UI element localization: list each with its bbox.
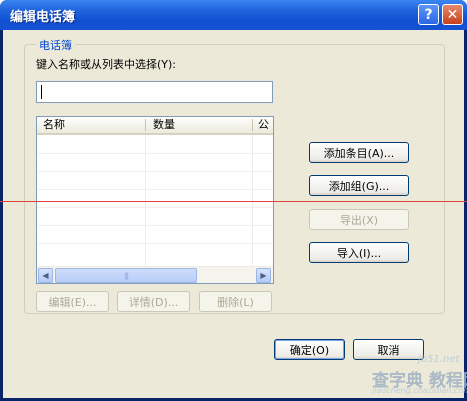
close-icon: ✕	[446, 6, 459, 23]
scroll-right-button[interactable]: ▶	[256, 268, 271, 283]
add-group-button[interactable]: 添加组(G)...	[309, 175, 409, 196]
horizontal-scrollbar[interactable]: ◀ ||| ▶	[37, 266, 273, 283]
help-button[interactable]: ?	[418, 4, 439, 25]
edit-phonebook-dialog: 编辑电话簿 ? ✕ 电话簿 键入名称或从列表中选择(Y): 名称 数量 公 ◀ …	[0, 0, 467, 401]
delete-button[interactable]: 删除(L)	[199, 291, 272, 312]
grid-line	[37, 243, 273, 244]
close-button[interactable]: ✕	[442, 4, 463, 25]
column-header-third[interactable]: 公	[254, 117, 273, 133]
scroll-thumb[interactable]: |||	[55, 268, 197, 283]
dialog-client-area: 电话簿 键入名称或从列表中选择(Y): 名称 数量 公 ◀ ||| ▶ 添加条目…	[3, 30, 464, 398]
watermark-url: jiaocheng.chazidian.com	[372, 386, 467, 395]
site-watermark: jb51.net 查字典 教程网 jiaocheng.chazidian.com	[370, 352, 467, 398]
import-button[interactable]: 导入(I)...	[309, 242, 409, 263]
grid-line	[37, 225, 273, 226]
help-icon: ?	[424, 6, 433, 23]
search-input[interactable]	[36, 81, 273, 103]
search-label: 键入名称或从列表中选择(Y):	[36, 58, 177, 71]
window-title: 编辑电话簿	[10, 10, 76, 25]
arrow-left-icon: ◀	[42, 271, 49, 280]
phonebook-list[interactable]: 名称 数量 公 ◀ ||| ▶	[36, 116, 274, 284]
grid-line	[37, 153, 273, 154]
column-header-name[interactable]: 名称	[37, 117, 145, 133]
details-button[interactable]: 详情(D)...	[117, 291, 190, 312]
export-button[interactable]: 导出(X)	[309, 209, 409, 230]
watermark-site: jb51.net	[418, 354, 460, 365]
groupbox-legend: 电话簿	[36, 37, 75, 53]
scroll-left-button[interactable]: ◀	[38, 268, 53, 283]
ok-button[interactable]: 确定(O)	[274, 339, 345, 360]
column-header-count[interactable]: 数量	[147, 117, 252, 133]
list-header: 名称 数量 公	[37, 117, 273, 135]
arrow-right-icon: ▶	[260, 271, 267, 280]
grid-line	[37, 171, 273, 172]
column-separator[interactable]	[252, 119, 253, 131]
grid-line	[37, 207, 273, 208]
edit-button[interactable]: 编辑(E)...	[36, 291, 109, 312]
annotation-red-line	[0, 201, 467, 202]
title-bar[interactable]: 编辑电话簿 ? ✕	[0, 0, 467, 30]
grid-line	[37, 189, 273, 190]
add-entry-button[interactable]: 添加条目(A)...	[309, 142, 409, 163]
grip-icon: |||	[123, 271, 129, 280]
column-separator[interactable]	[145, 119, 146, 131]
text-caret	[41, 85, 42, 99]
